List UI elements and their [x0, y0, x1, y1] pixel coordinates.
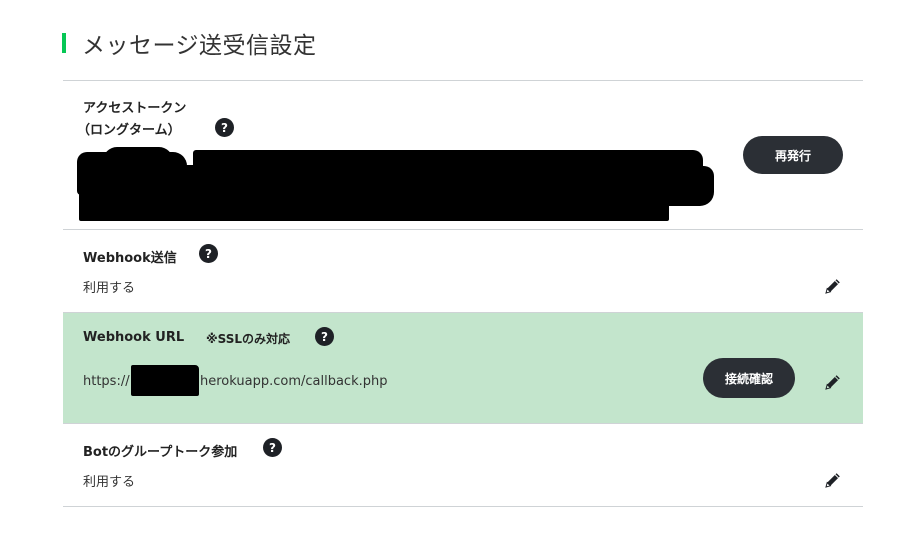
page-header: メッセージ送受信設定: [62, 26, 317, 60]
access-token-section: アクセストークン （ロングターム） ? 再発行: [63, 81, 863, 229]
reissue-button[interactable]: 再発行: [743, 136, 843, 174]
bot-group-section: Botのグループトーク参加 ? 利用する: [63, 424, 863, 506]
webhook-url-section: Webhook URL ※SSLのみ対応 ? https:// herokuap…: [63, 313, 863, 423]
question-circle-icon[interactable]: ?: [199, 244, 218, 263]
access-token-label-sub: （ロングターム）: [77, 123, 181, 138]
pencil-icon[interactable]: [823, 276, 843, 296]
webhook-send-label: Webhook送信: [83, 251, 177, 266]
bot-group-value: 利用する: [83, 475, 136, 490]
question-circle-icon[interactable]: ?: [263, 438, 282, 457]
title-accent-bar: [62, 33, 66, 53]
webhook-url-prefix: https://: [83, 374, 130, 389]
webhook-send-value: 利用する: [83, 281, 136, 296]
webhook-url-label: Webhook URL: [83, 330, 185, 345]
access-token-label: アクセストークン: [83, 101, 187, 116]
webhook-send-section: Webhook送信 ? 利用する: [63, 230, 863, 312]
divider: [63, 506, 863, 507]
pencil-icon[interactable]: [823, 470, 843, 490]
pencil-icon[interactable]: [823, 372, 843, 392]
verify-connection-button[interactable]: 接続確認: [703, 358, 795, 398]
page-title: メッセージ送受信設定: [82, 33, 317, 59]
question-circle-icon[interactable]: ?: [315, 327, 334, 346]
ssl-note: ※SSLのみ対応: [206, 332, 291, 346]
webhook-url-suffix: herokuapp.com/callback.php: [200, 374, 388, 389]
question-circle-icon[interactable]: ?: [215, 118, 234, 137]
redaction-mark: [131, 365, 199, 396]
bot-group-label: Botのグループトーク参加: [83, 445, 238, 460]
